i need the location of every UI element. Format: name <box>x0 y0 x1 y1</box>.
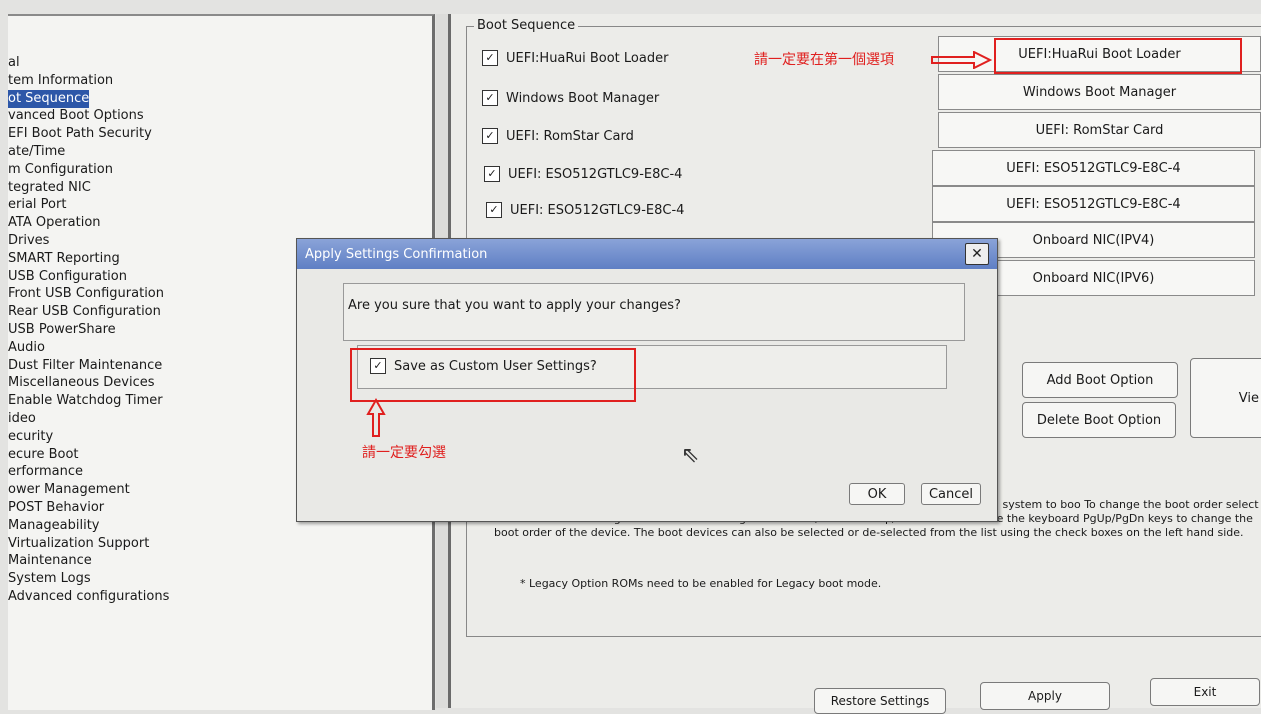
boot-device-label: UEFI: ESO512GTLC9-E8C-4 <box>510 202 685 218</box>
group-frame-top <box>466 26 1261 28</box>
boot-device-label: Windows Boot Manager <box>506 90 660 106</box>
tree-item[interactable]: ecurity <box>8 428 53 446</box>
check-icon[interactable]: ✓ <box>484 166 500 182</box>
boot-device-label: UEFI:HuaRui Boot Loader <box>506 50 669 66</box>
tree-item[interactable]: Miscellaneous Devices <box>8 374 155 392</box>
boot-order-item[interactable]: UEFI: ESO512GTLC9-E8C-4 <box>932 186 1255 222</box>
boot-device-checkbox-row[interactable]: ✓ UEFI:HuaRui Boot Loader <box>482 50 668 66</box>
boot-device-checkbox-row[interactable]: ✓ UEFI: ESO512GTLC9-E8C-4 <box>484 166 682 182</box>
check-icon[interactable]: ✓ <box>482 128 498 144</box>
add-boot-option-button[interactable]: Add Boot Option <box>1022 362 1178 398</box>
tree-item[interactable]: tegrated NIC <box>8 179 91 197</box>
tree-item[interactable]: Front USB Configuration <box>8 285 164 303</box>
check-icon[interactable]: ✓ <box>482 90 498 106</box>
tree-item[interactable]: Audio <box>8 339 45 357</box>
ok-button[interactable]: OK <box>849 483 905 505</box>
tree-item[interactable]: USB Configuration <box>8 268 127 286</box>
tree-item[interactable]: Rear USB Configuration <box>8 303 161 321</box>
dialog-message-box: Are you sure that you want to apply your… <box>343 283 965 341</box>
annotation-first-option-note: 請一定要在第一個選項 <box>754 52 894 68</box>
tree-item[interactable]: ATA Operation <box>8 214 101 232</box>
annotation-highlight-first-boot <box>994 38 1242 74</box>
tree-item[interactable]: ideo <box>8 410 36 428</box>
tree-item[interactable]: erial Port <box>8 196 66 214</box>
tree-item[interactable]: SMART Reporting <box>8 250 120 268</box>
tree-item[interactable]: ower Management <box>8 481 130 499</box>
tree-item[interactable]: al <box>8 54 20 72</box>
tree-item[interactable]: System Logs <box>8 570 91 588</box>
boot-order-item[interactable]: UEFI: ESO512GTLC9-E8C-4 <box>932 150 1255 186</box>
boot-device-label: UEFI: ESO512GTLC9-E8C-4 <box>508 166 683 182</box>
annotation-arrow-right-icon <box>931 51 992 69</box>
view-button[interactable]: Vie <box>1190 358 1261 438</box>
exit-button[interactable]: Exit <box>1150 678 1260 706</box>
tree-item[interactable]: ate/Time <box>8 143 65 161</box>
group-frame-bottom <box>466 636 1261 638</box>
restore-settings-button[interactable]: Restore Settings <box>814 688 946 714</box>
tree-item[interactable]: ot Sequence <box>8 89 90 108</box>
tree-item[interactable]: ecure Boot <box>8 446 79 464</box>
tree-item[interactable]: USB PowerShare <box>8 321 116 339</box>
tree-item[interactable]: Advanced configurations <box>8 588 169 606</box>
tree-item[interactable]: Dust Filter Maintenance <box>8 357 162 375</box>
tree-item[interactable]: m Configuration <box>8 161 113 179</box>
apply-button[interactable]: Apply <box>980 682 1110 710</box>
annotation-highlight-save-checkbox <box>350 348 636 402</box>
annotation-arrow-up-icon <box>366 398 386 437</box>
boot-order-item[interactable]: Windows Boot Manager <box>938 74 1261 110</box>
tree-item[interactable]: vanced Boot Options <box>8 107 144 125</box>
tree-item[interactable]: POST Behavior <box>8 499 104 517</box>
dialog-title: Apply Settings Confirmation <box>305 247 488 262</box>
mouse-cursor-icon: ⇖ <box>681 443 700 468</box>
boot-device-checkbox-row[interactable]: ✓ UEFI: RomStar Card <box>482 128 634 144</box>
legacy-note: * Legacy Option ROMs need to be enabled … <box>520 577 882 590</box>
close-icon[interactable]: ✕ <box>965 243 989 265</box>
boot-device-label: UEFI: RomStar Card <box>506 128 634 144</box>
boot-device-checkbox-row[interactable]: ✓ Windows Boot Manager <box>482 90 659 106</box>
check-icon[interactable]: ✓ <box>486 202 502 218</box>
tree-item[interactable]: Virtualization Support <box>8 535 149 553</box>
tree-item[interactable]: EFI Boot Path Security <box>8 125 152 143</box>
cancel-button[interactable]: Cancel <box>921 483 981 505</box>
tree-item[interactable]: erformance <box>8 463 83 481</box>
dialog-message: Are you sure that you want to apply your… <box>348 298 681 313</box>
tree-item[interactable]: Drives <box>8 232 49 250</box>
tree-item[interactable]: Maintenance <box>8 552 92 570</box>
annotation-must-check-note: 請一定要勾選 <box>362 445 446 461</box>
tree-item[interactable]: Manageability <box>8 517 99 535</box>
tree-item[interactable]: tem Information <box>8 72 113 90</box>
tree-item[interactable]: Enable Watchdog Timer <box>8 392 163 410</box>
check-icon[interactable]: ✓ <box>482 50 498 66</box>
dialog-title-bar: Apply Settings Confirmation ✕ <box>297 239 997 269</box>
delete-boot-option-button[interactable]: Delete Boot Option <box>1022 402 1176 438</box>
boot-sequence-legend: Boot Sequence <box>474 18 579 33</box>
boot-order-item[interactable]: UEFI: RomStar Card <box>938 112 1261 148</box>
boot-device-checkbox-row[interactable]: ✓ UEFI: ESO512GTLC9-E8C-4 <box>486 202 684 218</box>
